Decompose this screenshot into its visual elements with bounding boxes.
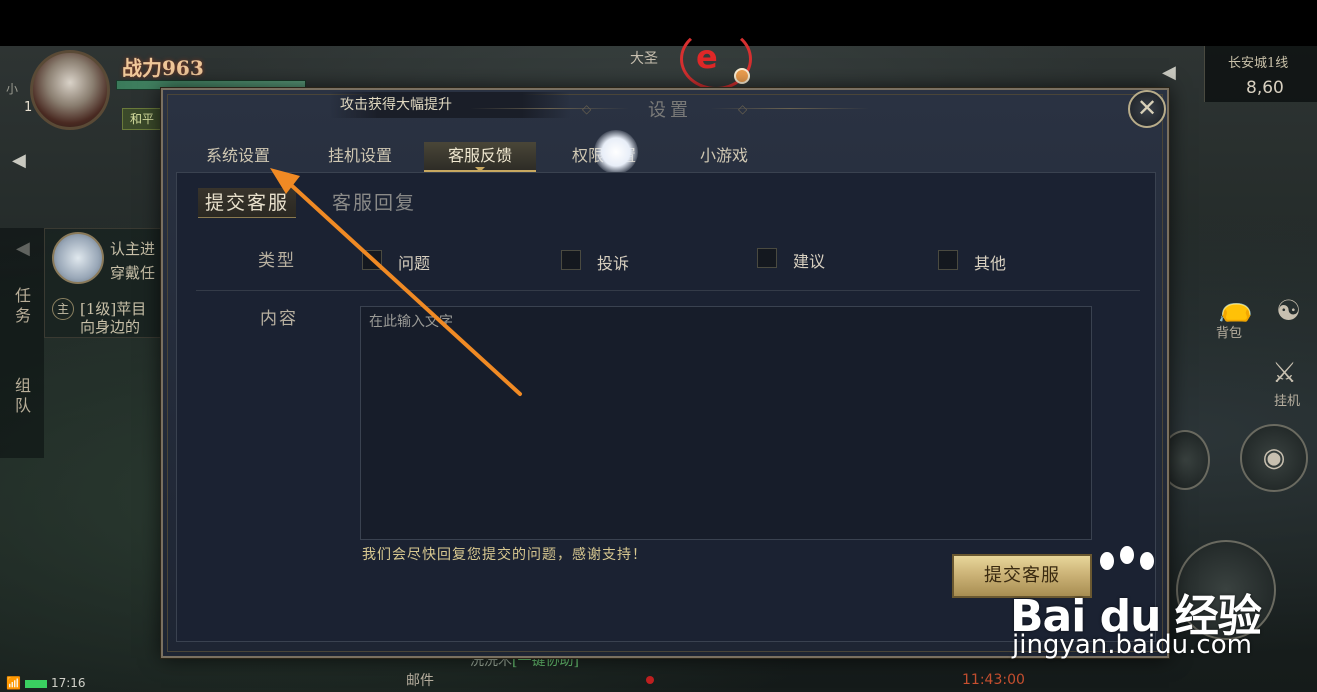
skill-icon: ◉ xyxy=(1262,443,1286,473)
quest-npc-avatar xyxy=(52,232,104,284)
diamond-ornament-icon: ◇ xyxy=(738,102,748,116)
chevron-left-icon[interactable]: ◀ xyxy=(12,150,26,171)
hud-small-label: 小 xyxy=(6,82,19,96)
tab-auto-settings[interactable]: 挂机设置 xyxy=(312,142,408,172)
player-level: 1 xyxy=(24,100,33,115)
game-time: 11:43:00 xyxy=(962,672,1025,688)
type-option-other: 其他 xyxy=(974,254,1007,273)
quest-title: 认主进 xyxy=(110,240,156,258)
type-option-question: 问题 xyxy=(398,254,431,273)
bag-icon[interactable]: 👝 xyxy=(1218,290,1253,323)
subtab-reply[interactable]: 客服回复 xyxy=(332,188,416,218)
diamond-ornament-icon: ◇ xyxy=(582,102,592,116)
side-task-panel xyxy=(0,228,44,458)
city-line-label: 长安城1线 xyxy=(1228,56,1289,71)
chevron-left-icon[interactable]: ◀ xyxy=(1162,62,1176,83)
status-bar: 📶 17:16 xyxy=(6,676,86,690)
mail-button[interactable]: 邮件 xyxy=(406,670,434,690)
tab-quest[interactable]: 任务 xyxy=(10,286,36,326)
type-checkbox-question[interactable] xyxy=(362,250,382,270)
type-checkbox-complaint[interactable] xyxy=(561,250,581,270)
skill-button[interactable]: ◉ xyxy=(1240,424,1308,492)
page-indicator-dot xyxy=(646,676,654,684)
form-divider xyxy=(196,290,1140,291)
type-checkbox-suggestion[interactable] xyxy=(757,248,777,268)
notification-dot xyxy=(734,68,750,84)
red-logo-icon: e xyxy=(696,38,718,76)
close-button[interactable]: ✕ xyxy=(1128,90,1166,128)
buff-banner: 攻击获得大幅提升 xyxy=(330,92,570,118)
subtab-submit[interactable]: 提交客服 xyxy=(198,188,296,218)
battery-icon xyxy=(24,679,47,688)
touch-indicator xyxy=(594,130,638,174)
submit-hint: 我们会尽快回复您提交的问题，感谢支持！ xyxy=(362,547,647,563)
bag-label: 背包 xyxy=(1216,326,1243,341)
content-textarea[interactable]: 在此输入文字 xyxy=(360,306,1092,540)
quest-desc: 向身边的 xyxy=(80,318,141,336)
content-label: 内容 xyxy=(260,309,298,329)
yin-yang-icon[interactable]: ☯ xyxy=(1276,294,1301,327)
type-option-complaint: 投诉 xyxy=(597,254,630,273)
auto-battle-label: 挂机 xyxy=(1274,394,1301,409)
content-placeholder: 在此输入文字 xyxy=(369,314,453,330)
tab-system-settings[interactable]: 系统设置 xyxy=(190,142,286,172)
combat-power: 战力963 xyxy=(122,56,204,80)
tab-mini-games[interactable]: 小游戏 xyxy=(676,142,772,172)
paw-icon xyxy=(1100,552,1114,570)
close-icon: ✕ xyxy=(1136,94,1158,122)
quest-subtitle: 穿戴任 xyxy=(110,264,156,282)
player-coords: 8,60 xyxy=(1246,78,1284,98)
title-divider-right xyxy=(710,108,870,109)
type-option-suggestion: 建议 xyxy=(793,252,826,271)
quest-main-icon: 主 xyxy=(52,298,74,320)
map-title: 大圣 xyxy=(630,51,658,67)
paw-icon xyxy=(1140,552,1154,570)
pk-mode-button[interactable]: 和平 xyxy=(122,108,162,130)
player-avatar[interactable] xyxy=(30,50,110,130)
paw-icon xyxy=(1120,546,1134,564)
dialog-title: 设置 xyxy=(648,100,692,121)
tab-customer-feedback[interactable]: 客服反馈 xyxy=(424,142,536,172)
top-black-bar xyxy=(0,0,1317,46)
type-label: 类型 xyxy=(258,251,296,271)
tab-team[interactable]: 组队 xyxy=(10,376,36,416)
clock: 17:16 xyxy=(50,676,86,690)
title-divider-left xyxy=(470,108,630,109)
crossed-swords-icon[interactable]: ⚔ xyxy=(1272,356,1297,389)
type-checkbox-other[interactable] xyxy=(938,250,958,270)
watermark-url: jingyan.baidu.com xyxy=(1012,630,1252,660)
